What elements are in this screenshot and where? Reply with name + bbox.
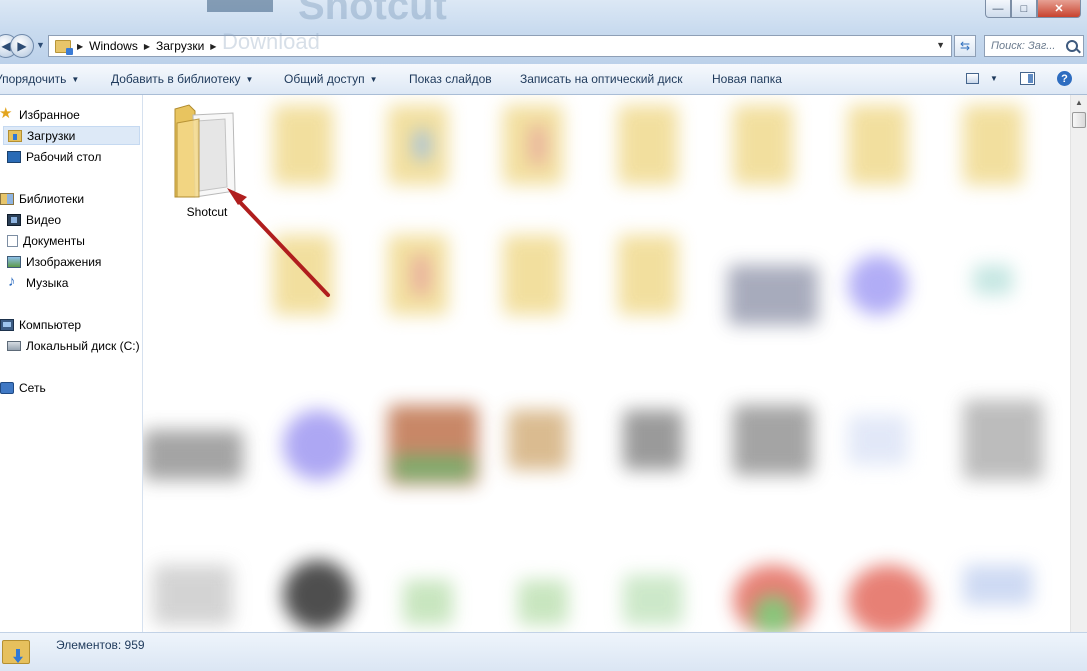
item-count: Элементов: 959 [56, 638, 145, 652]
status-bar: Элементов: 959 [0, 632, 1087, 671]
navigation-pane: Избранное Загрузки Рабочий стол Библиоте… [0, 95, 143, 632]
recent-pages-dropdown-icon[interactable]: ▼ [36, 40, 45, 50]
downloads-folder-icon [8, 129, 22, 142]
scrollbar-thumb[interactable] [1072, 112, 1086, 128]
breadcrumb-separator-icon[interactable]: ▶ [77, 42, 83, 51]
search-placeholder: Поиск: Заг... [991, 40, 1056, 52]
breadcrumb-windows[interactable]: Windows [89, 39, 138, 53]
forward-arrow-icon: ▶ [17, 39, 27, 53]
search-input[interactable]: Поиск: Заг... [984, 35, 1084, 57]
libraries-icon [0, 192, 14, 205]
close-button[interactable]: ✕ [1037, 0, 1081, 18]
forward-button[interactable]: ▶ [10, 34, 34, 58]
nav-pictures[interactable]: Изображения [7, 252, 101, 271]
nav-desktop[interactable]: Рабочий стол [7, 147, 101, 166]
chevron-down-icon: ▼ [71, 75, 80, 84]
chevron-down-icon: ▼ [245, 75, 254, 84]
computer-icon [0, 318, 14, 331]
star-icon [0, 104, 14, 122]
breadcrumb-separator-icon[interactable]: ▶ [144, 42, 150, 51]
search-icon[interactable] [1066, 40, 1078, 52]
nav-music[interactable]: Музыка [7, 273, 68, 292]
nav-downloads[interactable]: Загрузки [3, 126, 140, 145]
share-menu[interactable]: Общий доступ ▼ [284, 72, 378, 86]
background-logo [207, 0, 273, 12]
refresh-icon: ⇆ [959, 39, 971, 53]
nav-local-disk[interactable]: Локальный диск (C:) [7, 336, 140, 355]
scroll-up-icon[interactable]: ▲ [1072, 96, 1086, 110]
minimize-button[interactable]: — [985, 0, 1011, 18]
nav-video[interactable]: Видео [7, 210, 61, 229]
network-icon [0, 381, 14, 394]
maximize-button[interactable]: □ [1011, 0, 1037, 18]
vertical-scrollbar[interactable]: ▲ [1070, 95, 1087, 632]
background-subheading: Download [222, 29, 320, 54]
downloads-folder-icon [55, 39, 73, 55]
downloads-folder-icon [2, 640, 30, 664]
change-view-icon[interactable] [966, 73, 979, 84]
address-bar[interactable]: ▶ Windows ▶ Загрузки ▶ ▼ [48, 35, 952, 57]
video-icon [7, 213, 21, 226]
desktop-icon [7, 150, 21, 163]
folder-name: Shotcut [186, 205, 228, 219]
documents-icon [7, 234, 18, 247]
music-icon [7, 273, 21, 290]
window-controls: — □ ✕ [985, 0, 1081, 18]
address-history-dropdown-icon[interactable]: ▼ [936, 40, 945, 50]
pictures-icon [7, 255, 21, 268]
breadcrumb-separator-icon[interactable]: ▶ [210, 42, 216, 51]
title-bar: Shotcut — □ ✕ [0, 0, 1087, 30]
preview-pane-icon[interactable] [1020, 72, 1035, 85]
add-to-library-menu[interactable]: Добавить в библиотеку ▼ [111, 72, 253, 86]
nav-documents[interactable]: Документы [7, 231, 85, 250]
new-folder-button[interactable]: Новая папка [712, 72, 782, 86]
organize-menu[interactable]: Упорядочить ▼ [0, 72, 79, 86]
hard-disk-icon [7, 340, 21, 351]
burn-button[interactable]: Записать на оптический диск [520, 72, 683, 86]
folder-item-shotcut[interactable]: Shotcut [163, 101, 251, 219]
slideshow-button[interactable]: Показ слайдов [409, 72, 492, 86]
view-options-dropdown-icon[interactable]: ▼ [990, 74, 998, 83]
address-row: ◀ ▶ ▼ ▶ Windows ▶ Загрузки ▶ ▼ ⇆ Поиск: … [0, 30, 1087, 64]
blurred-file-icons [143, 95, 1063, 632]
refresh-button[interactable]: ⇆ [954, 35, 976, 57]
command-bar: Упорядочить ▼ Добавить в библиотеку ▼ Общи… [0, 64, 1087, 95]
nav-libraries[interactable]: Библиотеки [0, 189, 84, 208]
breadcrumb-downloads[interactable]: Загрузки [156, 39, 204, 53]
help-icon[interactable]: ? [1057, 71, 1072, 86]
nav-network[interactable]: Сеть [0, 378, 46, 397]
background-heading: Shotcut [298, 0, 447, 28]
nav-favorites[interactable]: Избранное [0, 104, 80, 124]
folder-icon [174, 104, 236, 198]
nav-computer[interactable]: Компьютер [0, 315, 81, 334]
file-list: Shotcut [143, 95, 1070, 632]
chevron-down-icon: ▼ [369, 75, 378, 84]
